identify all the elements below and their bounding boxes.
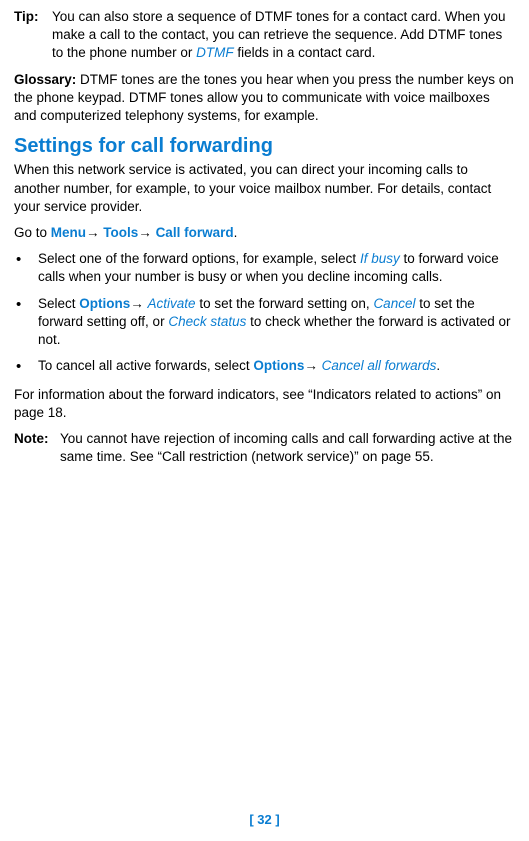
tip-label: Tip: — [14, 8, 52, 63]
list-item: Select one of the forward options, for e… — [14, 250, 515, 286]
menu-tools: Tools — [103, 225, 138, 240]
options-menu: Options — [253, 358, 304, 373]
goto-post: . — [234, 225, 238, 240]
ifbusy-option: If busy — [360, 251, 400, 266]
list-item: Select Options→ Activate to set the forw… — [14, 295, 515, 350]
b3-pre: To cancel all active forwards, select — [38, 358, 253, 373]
tip-body: You can also store a sequence of DTMF to… — [52, 8, 515, 63]
glossary-body: DTMF tones are the tones you hear when y… — [14, 72, 514, 123]
list-item: To cancel all active forwards, select Op… — [14, 357, 515, 377]
page-number: [ 32 ] — [0, 811, 529, 829]
note-body: You cannot have rejection of incoming ca… — [60, 430, 515, 466]
b2-mid1: to set the forward setting on, — [196, 296, 374, 311]
tip-block: Tip: You can also store a sequence of DT… — [14, 8, 515, 63]
goto-line: Go to Menu→ Tools→ Call forward. — [14, 224, 515, 242]
section-intro: When this network service is activated, … — [14, 161, 515, 216]
b3-post: . — [436, 358, 440, 373]
note-block: Note: You cannot have rejection of incom… — [14, 430, 515, 466]
arrow-icon: → — [304, 358, 321, 373]
menu-menu: Menu — [51, 225, 86, 240]
checkstatus-option: Check status — [168, 314, 246, 329]
note-label: Note: — [14, 430, 60, 466]
page-content: Tip: You can also store a sequence of DT… — [0, 0, 529, 466]
activate-option: Activate — [148, 296, 196, 311]
menu-callforward: Call forward — [156, 225, 234, 240]
bullet-list: Select one of the forward options, for e… — [14, 250, 515, 377]
glossary-block: Glossary: DTMF tones are the tones you h… — [14, 71, 515, 126]
cancel-option: Cancel — [373, 296, 415, 311]
glossary-label: Glossary: — [14, 72, 76, 87]
tip-body-post: fields in a contact card. — [234, 45, 376, 60]
arrow-icon: → — [86, 225, 103, 240]
b2-pre: Select — [38, 296, 79, 311]
arrow-icon: → — [138, 225, 155, 240]
info-paragraph: For information about the forward indica… — [14, 386, 515, 422]
b1-pre: Select one of the forward options, for e… — [38, 251, 360, 266]
section-heading: Settings for call forwarding — [14, 133, 515, 160]
cancelall-option: Cancel all forwards — [322, 358, 437, 373]
dtmf-link[interactable]: DTMF — [196, 45, 234, 60]
goto-pre: Go to — [14, 225, 51, 240]
options-menu: Options — [79, 296, 130, 311]
arrow-icon: → — [130, 296, 147, 311]
